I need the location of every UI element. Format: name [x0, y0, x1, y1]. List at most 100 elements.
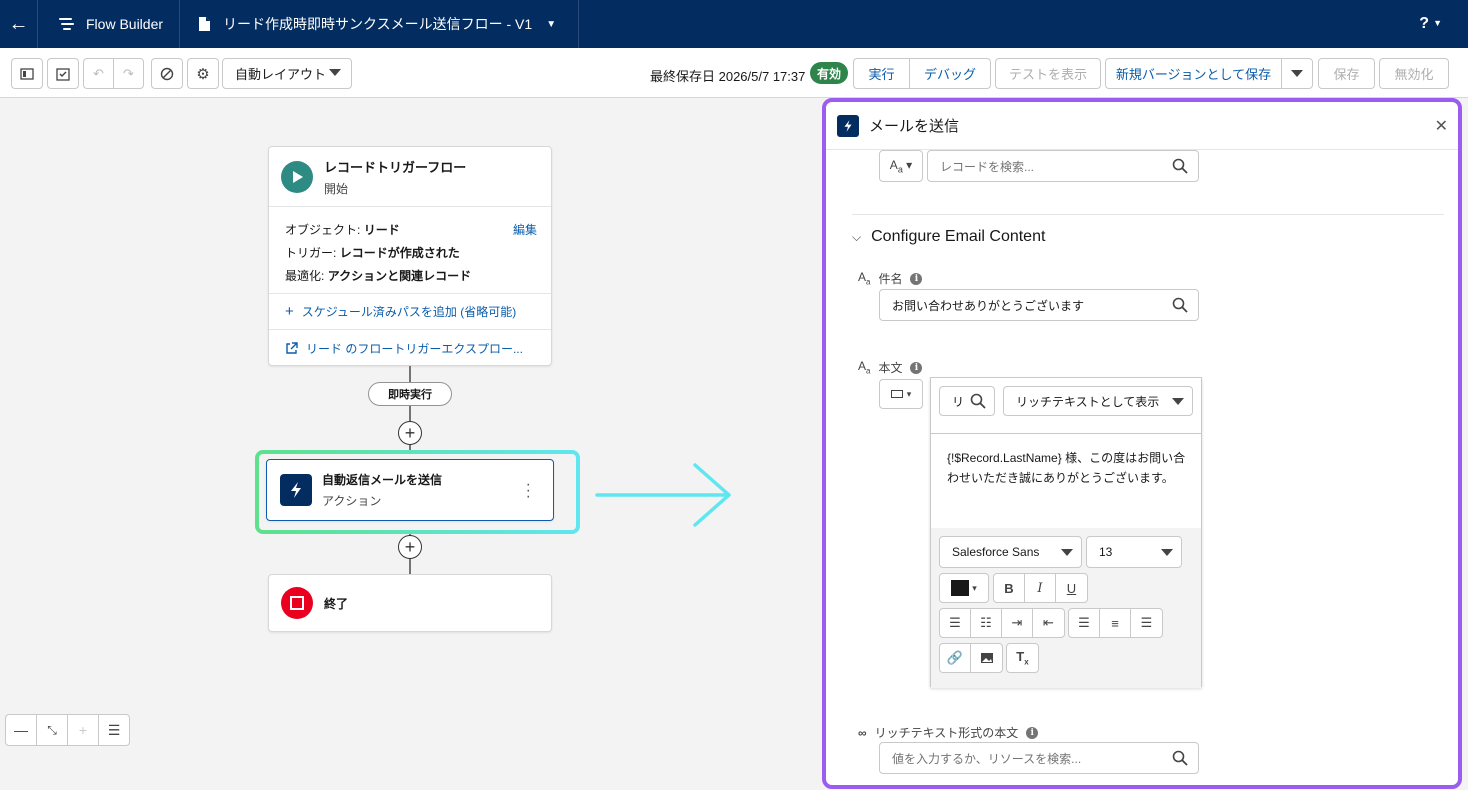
font-size-value: 13: [1099, 545, 1113, 559]
lightning-icon: [280, 474, 312, 506]
info-icon[interactable]: i: [910, 272, 923, 285]
indent-button[interactable]: ⇥: [1002, 609, 1033, 637]
back-button[interactable]: ←: [0, 0, 38, 48]
add-scheduled-path-link[interactable]: + スケジュール済みパスを追加 (省略可能): [269, 294, 551, 330]
align-left-button[interactable]: ☰: [1069, 609, 1100, 637]
record-search-input[interactable]: レコードを検索...: [927, 150, 1199, 182]
end-node[interactable]: 終了: [268, 574, 552, 632]
font-family-select[interactable]: Salesforce Sans: [939, 536, 1082, 568]
panel-icon: [20, 67, 34, 80]
record-search-placeholder: レコードを検索...: [940, 159, 1035, 174]
clear-formatting-button[interactable]: Tx: [1007, 644, 1038, 672]
rich-text-icon: [890, 390, 903, 398]
search-icon: [1172, 297, 1188, 313]
status-badge: 有効: [810, 62, 849, 84]
rte-search-value: リ: [952, 394, 965, 409]
start-node-subtitle: 開始: [324, 181, 349, 196]
last-saved-text: 最終保存日 2026/5/7 17:37: [650, 69, 806, 84]
underline-button[interactable]: U: [1056, 574, 1087, 602]
font-size-select[interactable]: 13: [1086, 536, 1182, 568]
email-content-section-toggle[interactable]: ⌵ Configure Email Content: [852, 228, 1045, 246]
global-header: ← Flow Builder リード作成時即時サンクスメール送信フロー - V1…: [0, 0, 1468, 48]
rte-display-mode-select[interactable]: リッチテキストとして表示: [1003, 386, 1193, 416]
edit-start-link[interactable]: 編集: [513, 219, 537, 242]
check-errors-button[interactable]: [47, 58, 79, 89]
italic-button[interactable]: I: [1025, 574, 1056, 602]
stop-icon: [281, 587, 313, 619]
numbered-list-button[interactable]: ☷: [971, 609, 1002, 637]
lightning-icon: [837, 114, 859, 137]
bold-button[interactable]: B: [994, 574, 1025, 602]
rte-display-mode-value: リッチテキストとして表示: [1016, 394, 1160, 409]
block-icon: [160, 67, 174, 80]
info-icon[interactable]: i: [1026, 726, 1039, 739]
underline-icon: U: [1066, 580, 1077, 596]
save-new-version-button[interactable]: 新規バージョンとして保存: [1105, 58, 1282, 89]
section-divider: [852, 214, 1444, 215]
align-right-button[interactable]: ☰: [1131, 609, 1162, 637]
outdent-button[interactable]: ⇤: [1033, 609, 1064, 637]
chevron-down-icon: ▾: [906, 388, 912, 399]
app-name: Flow Builder: [86, 16, 164, 32]
zoom-out-button[interactable]: —: [6, 715, 37, 745]
add-element-button[interactable]: +: [398, 535, 422, 559]
search-icon: [1172, 750, 1188, 766]
document-icon: [199, 17, 211, 31]
action-node[interactable]: 自動返信メールを送信 アクション · · ·: [266, 459, 554, 521]
chevron-down-icon: ▼: [1433, 18, 1442, 28]
toggle-toolbox-button[interactable]: [11, 58, 43, 89]
body-label: Aa 本文 i: [858, 359, 923, 376]
more-options-icon[interactable]: · · ·: [526, 477, 531, 505]
save-options-button[interactable]: [1281, 58, 1313, 89]
undo-button[interactable]: ↶: [83, 58, 114, 89]
help-label: ?: [1419, 15, 1430, 32]
rich-text-body-input[interactable]: 値を入力するか、リソースを検索...: [879, 742, 1199, 774]
explorer-label: リード のフロートリガーエクスプロー...: [306, 341, 523, 356]
alignment-group: ☰ ≡ ☰: [1068, 608, 1163, 638]
debug-button[interactable]: デバッグ: [909, 58, 991, 89]
font-family-value: Salesforce Sans: [952, 545, 1040, 559]
align-center-icon: ≡: [1111, 615, 1119, 631]
cancel-button[interactable]: [151, 58, 183, 89]
data-type-picker[interactable]: Aa ▾: [879, 150, 923, 182]
rte-header: リ リッチテキストとして表示: [931, 378, 1201, 434]
trigger-value: レコードが作成された: [339, 246, 460, 260]
add-element-button[interactable]: +: [398, 421, 422, 445]
flow-title-menu[interactable]: リード作成時即時サンクスメール送信フロー - V1 ▼: [180, 0, 580, 48]
run-button[interactable]: 実行: [853, 58, 910, 89]
layout-select[interactable]: 自動レイアウト: [222, 58, 352, 89]
image-button[interactable]: [971, 644, 1002, 672]
close-icon[interactable]: ✕: [1435, 116, 1448, 136]
settings-button[interactable]: ⚙: [187, 58, 219, 89]
path-label-pill[interactable]: 即時実行: [368, 382, 452, 406]
view-tests-button[interactable]: テストを表示: [995, 58, 1101, 89]
redo-button[interactable]: ↷: [113, 58, 144, 89]
reset-view-button[interactable]: ☰: [99, 715, 129, 745]
align-right-icon: ☰: [1140, 615, 1153, 630]
info-icon[interactable]: i: [910, 361, 923, 374]
add-path-label: スケジュール済みパスを追加 (省略可能): [301, 305, 517, 319]
plus-icon: +: [78, 722, 88, 738]
start-node-details: オブジェクト: リード トリガー: レコードが作成された 最適化: アクションと…: [269, 207, 551, 294]
align-center-button[interactable]: ≡: [1100, 609, 1131, 637]
play-icon: [281, 160, 313, 193]
email-body-text[interactable]: {!$Record.LastName} 様、この度はお問い合わせいただき誠にあり…: [947, 448, 1195, 488]
rte-resource-search[interactable]: リ: [939, 386, 995, 416]
fit-view-button[interactable]: ⤡: [37, 715, 68, 745]
section-title: Configure Email Content: [871, 228, 1046, 245]
link-chain-icon: ∞: [858, 725, 867, 740]
subject-input[interactable]: お問い合わせありがとうございます: [879, 289, 1199, 321]
deactivate-button[interactable]: 無効化: [1379, 58, 1449, 89]
body-type-picker[interactable]: ▾: [879, 379, 923, 409]
bullet-list-button[interactable]: ☰: [940, 609, 971, 637]
chevron-down-icon: [329, 69, 341, 76]
save-button[interactable]: 保存: [1318, 58, 1375, 89]
text-color-picker[interactable]: ▾: [939, 573, 989, 603]
indent-icon: ⇥: [1011, 615, 1023, 630]
flow-canvas[interactable]: レコードトリガーフロー 開始 オブジェクト: リード トリガー: レコードが作成…: [0, 98, 820, 790]
help-menu[interactable]: ? ▼: [1419, 15, 1442, 33]
link-button[interactable]: 🔗: [940, 644, 971, 672]
zoom-in-button[interactable]: +: [68, 715, 99, 745]
trigger-explorer-link[interactable]: リード のフロートリガーエクスプロー...: [269, 330, 551, 366]
start-node[interactable]: レコードトリガーフロー 開始 オブジェクト: リード トリガー: レコードが作成…: [268, 146, 552, 366]
